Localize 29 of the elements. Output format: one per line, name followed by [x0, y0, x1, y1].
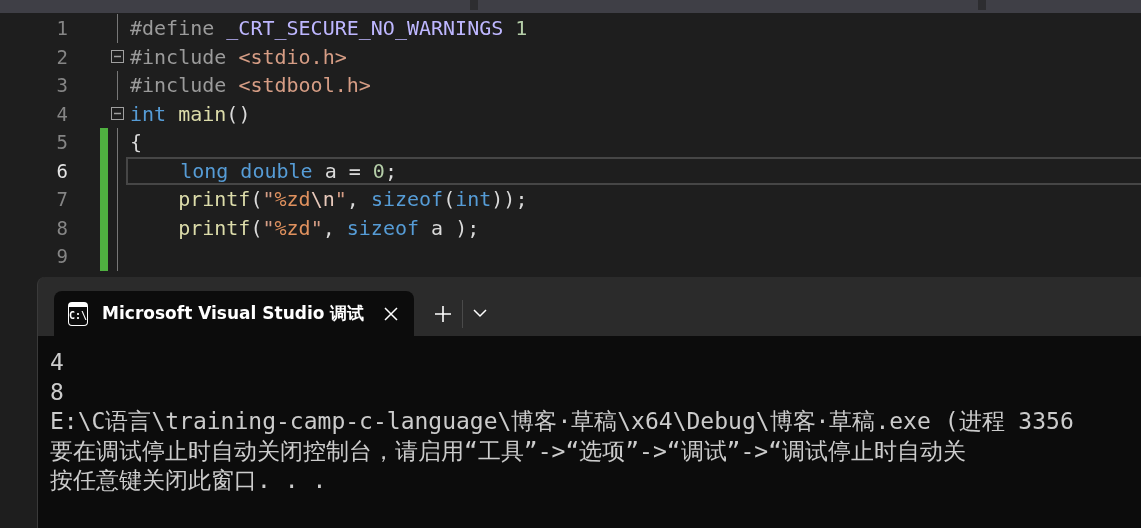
chevron-down-icon	[473, 309, 487, 318]
line-number: 7	[55, 188, 68, 211]
collapse-icon[interactable]	[110, 50, 124, 64]
current-code-line: long double a = 0;	[126, 156, 1141, 185]
line-number: 5	[55, 131, 68, 154]
code-line: #define _CRT_SECURE_NO_WARNINGS 1	[129, 15, 529, 43]
collapse-icon[interactable]	[110, 107, 124, 121]
code-line: #include <stdbool.h>	[129, 72, 372, 100]
line-number: 4	[55, 102, 68, 125]
console-output-line: 按任意键关闭此窗口. . .	[50, 466, 328, 495]
code-line: printf("%zd\n", sizeof(int));	[177, 186, 529, 214]
console-output-line: 8	[50, 377, 65, 407]
line-number: 3	[55, 74, 68, 97]
console-output-line: E:\C语言\training-camp-c-language\博客·草稿\x64\Debug\博客·草稿.exe (进程 3356	[50, 407, 1075, 436]
code-line: printf("%zd", sizeof a );	[177, 214, 481, 242]
line-number: 2	[55, 45, 68, 68]
terminal-tab[interactable]: C:\ Microsoft Visual Studio 调试	[54, 291, 414, 336]
console-icon: C:\	[68, 301, 89, 326]
close-icon	[384, 306, 399, 321]
code-line: #include <stdio.h>	[129, 43, 348, 71]
line-number: 9	[55, 245, 68, 268]
line-number: 8	[55, 216, 68, 239]
code-line: {	[129, 129, 144, 157]
line-number: 6	[55, 159, 68, 182]
plus-icon	[434, 304, 452, 323]
console-output-line: 4	[50, 348, 65, 377]
code-line: int main()	[129, 100, 252, 128]
console-output-line: 要在调试停止时自动关闭控制台，请启用“工具”->“选项”->“调试”->“调试停止时自动关	[50, 436, 967, 466]
line-number: 1	[55, 17, 68, 40]
